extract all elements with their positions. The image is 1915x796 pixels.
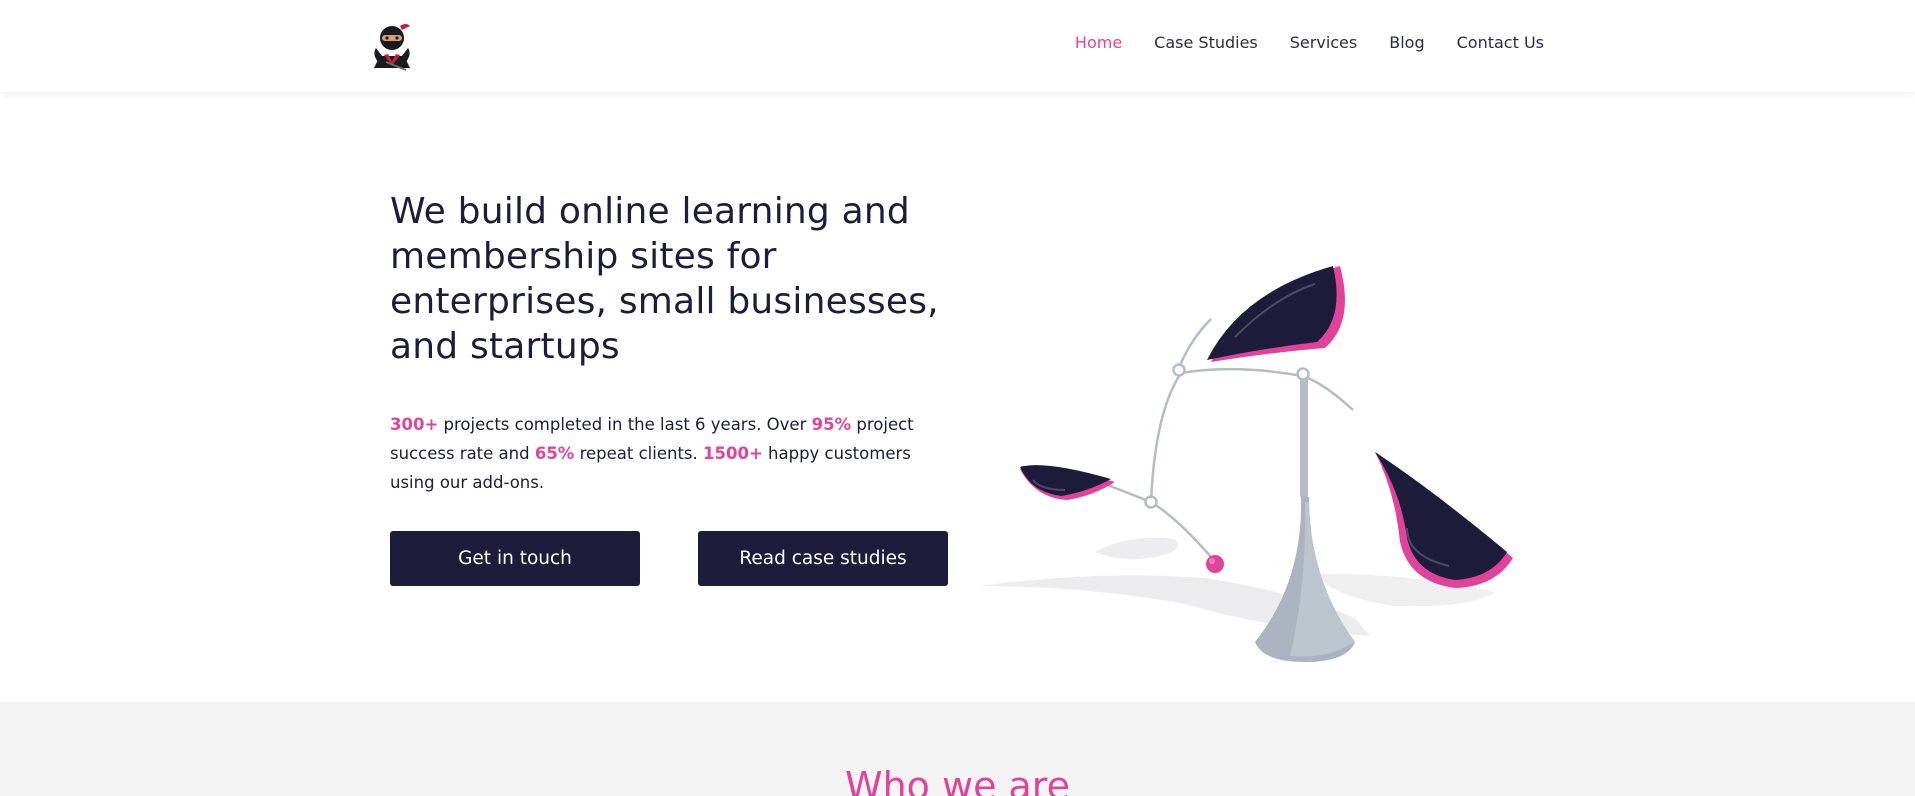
stat-projects: 300+ (390, 415, 439, 434)
stat-repeat-text: repeat clients. (574, 444, 704, 463)
main-nav: Home Case Studies Services Blog Contact … (1075, 31, 1544, 55)
hero-title: We build online learning and membership … (390, 191, 939, 367)
hero-section: We build online learning and membership … (0, 92, 1915, 702)
nav-services[interactable]: Services (1290, 31, 1357, 55)
nav-blog[interactable]: Blog (1389, 31, 1424, 55)
balancing-mobile-illustration (975, 252, 1520, 672)
who-we-are-title: Who we are (845, 764, 1070, 796)
hero-stats: 300+ projects completed in the last 6 ye… (390, 410, 950, 497)
stat-customers: 1500+ (703, 444, 763, 463)
stat-success: 95% (811, 415, 852, 434)
nav-contact-us[interactable]: Contact Us (1457, 31, 1544, 55)
get-in-touch-button[interactable]: Get in touch (390, 531, 640, 586)
stat-projects-text: projects completed in the last 6 years. … (438, 415, 812, 434)
site-header: Home Case Studies Services Blog Contact … (0, 0, 1915, 92)
nav-home[interactable]: Home (1075, 31, 1122, 55)
stat-repeat: 65% (534, 444, 575, 463)
nav-case-studies[interactable]: Case Studies (1154, 31, 1258, 55)
ninja-logo-icon[interactable] (370, 18, 414, 72)
who-we-are-section: Who we are (0, 702, 1915, 796)
read-case-studies-button[interactable]: Read case studies (698, 531, 948, 586)
